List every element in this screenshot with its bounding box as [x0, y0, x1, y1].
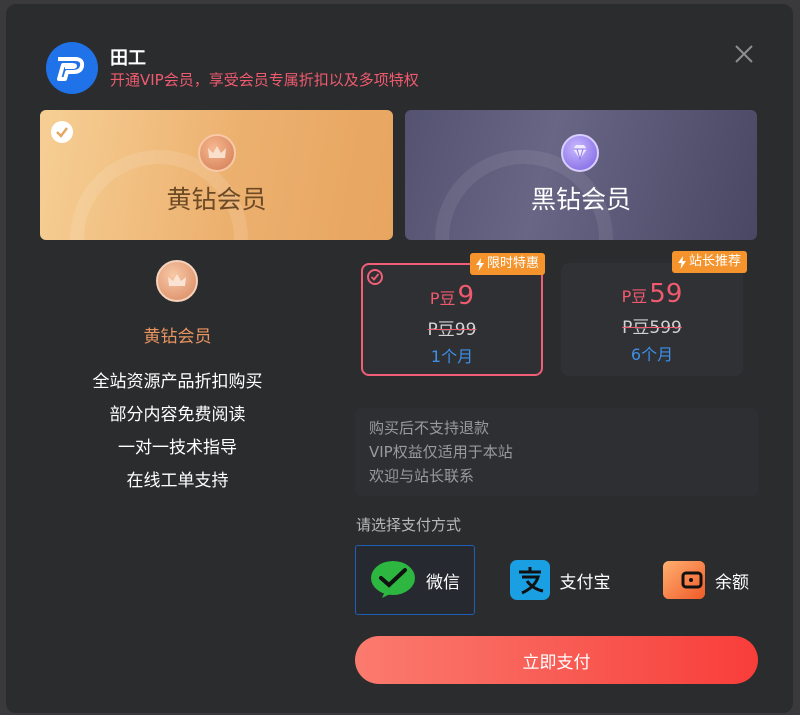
- price-badge-label: 限时特惠: [486, 256, 539, 271]
- modal-subtitle: 开通VIP会员，享受会员专属折扣以及多项特权: [110, 71, 419, 89]
- pay-now-button[interactable]: 立即支付: [355, 636, 758, 684]
- price-original: P豆599: [622, 318, 682, 338]
- payment-method-title: 请选择支付方式: [356, 516, 462, 534]
- site-name: 田工: [110, 48, 146, 69]
- price-value: 59: [649, 279, 683, 309]
- plan-title: 黄钻会员: [166, 185, 267, 214]
- price-current: P豆59: [561, 277, 743, 314]
- price-period: 6个月: [630, 345, 674, 364]
- alipay-icon: [509, 560, 550, 600]
- pay-option-wechat[interactable]: 微信: [355, 545, 475, 615]
- price-currency: P豆: [429, 289, 456, 308]
- close-icon[interactable]: [732, 42, 756, 66]
- wechat-pay-icon: [371, 561, 415, 598]
- pay-option-label: 支付宝: [559, 572, 611, 593]
- price-option-1-month[interactable]: 限时特惠 P豆9 P豆99 1个月: [361, 253, 545, 376]
- tier-name: 黄钻会员: [143, 327, 212, 347]
- logo-mark-icon: [57, 57, 85, 81]
- price-original: P豆99: [427, 320, 477, 340]
- plan-selected-check-icon: [51, 121, 73, 143]
- vip-modal: 田工 开通VIP会员，享受会员专属折扣以及多项特权 黄钻会员 黑钻会员 黄钻会员…: [6, 4, 793, 713]
- selected-check-icon: [367, 269, 383, 285]
- benefit-item: 全站资源产品折扣购买: [92, 372, 263, 392]
- plan-card-black[interactable]: 黑钻会员: [405, 110, 757, 240]
- site-logo: [46, 42, 98, 94]
- benefit-item: 一对一技术指导: [118, 438, 237, 458]
- lightning-icon: [677, 255, 686, 269]
- pay-option-label: 余额: [715, 572, 749, 593]
- notice-line: VIP权益仅适用于本站: [369, 443, 513, 461]
- diamond-icon: [561, 134, 599, 172]
- lightning-icon: [475, 257, 484, 271]
- wallet-icon: [663, 561, 705, 599]
- purchase-notice: 购买后不支持退款 VIP权益仅适用于本站 欢迎与站长联系: [355, 408, 758, 496]
- price-period: 1个月: [430, 347, 474, 366]
- notice-line: 欢迎与站长联系: [369, 467, 475, 485]
- price-badge: 限时特惠: [469, 253, 545, 275]
- benefit-item: 部分内容免费阅读: [109, 405, 246, 425]
- benefit-list: 全站资源产品折扣购买 部分内容免费阅读 一对一技术指导 在线工单支持: [40, 366, 315, 498]
- benefit-item: 在线工单支持: [126, 471, 229, 491]
- plan-card-gold[interactable]: 黄钻会员: [40, 110, 393, 240]
- price-badge: 站长推荐: [671, 251, 747, 273]
- price-option-6-months[interactable]: 站长推荐 P豆59 P豆599 6个月: [561, 251, 747, 376]
- price-currency: P豆: [621, 287, 648, 306]
- notice-line: 购买后不支持退款: [369, 419, 490, 437]
- pay-option-balance[interactable]: 余额: [646, 545, 766, 615]
- price-value: 9: [457, 281, 475, 311]
- pay-option-label: 微信: [426, 572, 460, 593]
- crown-icon: [198, 134, 236, 172]
- tier-crown-icon: [156, 260, 198, 302]
- pay-option-alipay[interactable]: 支付宝: [500, 545, 620, 615]
- price-current: P豆9: [363, 279, 541, 316]
- plan-title: 黑钻会员: [530, 185, 631, 214]
- price-badge-label: 站长推荐: [688, 254, 741, 269]
